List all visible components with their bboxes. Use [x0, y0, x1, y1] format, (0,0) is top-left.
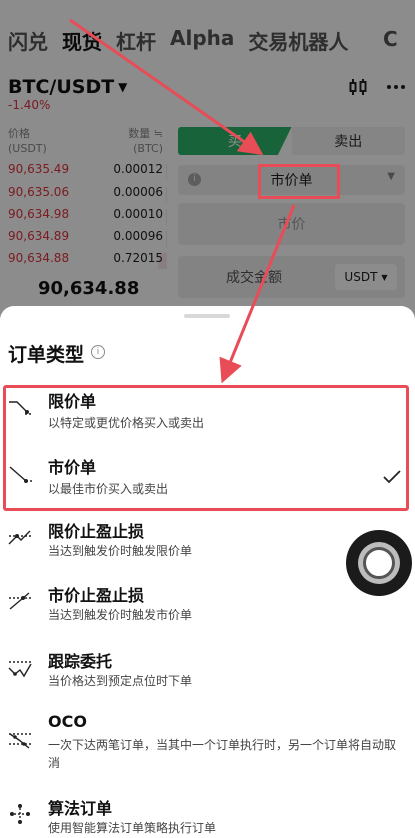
option-name: 算法订单: [48, 799, 113, 818]
sheet-handle[interactable]: [184, 314, 230, 318]
option-name: 跟踪委托: [48, 652, 113, 671]
checkmark-icon: [383, 468, 401, 489]
trailing-order-icon: [7, 656, 33, 682]
limit-tpsl-icon: [7, 524, 33, 550]
sheet-title: 订单类型: [8, 344, 85, 366]
option-description: 使用智能算法订单策略执行订单: [48, 821, 217, 835]
order-type-option[interactable]: OCO 一次下达两笔订单，当其中一个订单执行时，另一个订单将自动取消: [0, 712, 415, 772]
option-name: 市价单: [48, 458, 97, 477]
option-description: 当价格达到预定点位时下单: [48, 674, 193, 688]
oco-icon: [7, 726, 33, 752]
order-type-option[interactable]: 跟踪委托当价格达到预定点位时下单: [0, 648, 415, 708]
order-type-option[interactable]: 市价止盈止损当达到触发价时触发市价单: [0, 582, 415, 642]
option-name: OCO: [48, 712, 87, 731]
option-name: 市价止盈止损: [48, 586, 145, 605]
option-description: 当达到触发价时触发市价单: [48, 608, 193, 622]
option-description: 一次下达两笔订单，当其中一个订单执行时，另一个订单将自动取消: [48, 738, 397, 770]
option-name: 限价单: [48, 392, 97, 411]
assistive-dot: [363, 547, 395, 579]
order-type-option[interactable]: 市价单以最佳市价买入或卖出: [0, 454, 415, 514]
algo-order-icon: [7, 801, 33, 827]
order-type-option[interactable]: 限价单以特定或更优价格买入或卖出: [0, 388, 415, 448]
limit-order-icon: [7, 396, 33, 422]
order-type-option[interactable]: 算法订单使用智能算法订单策略执行订单: [0, 795, 415, 838]
option-description: 以最佳市价买入或卖出: [48, 482, 169, 496]
market-tpsl-icon: [7, 588, 33, 614]
option-description: 以特定或更优价格买入或卖出: [48, 416, 205, 430]
market-order-icon: [7, 462, 33, 488]
info-icon[interactable]: i: [91, 345, 105, 359]
option-name: 限价止盈止损: [48, 522, 145, 541]
assistive-touch-button[interactable]: [346, 530, 412, 596]
